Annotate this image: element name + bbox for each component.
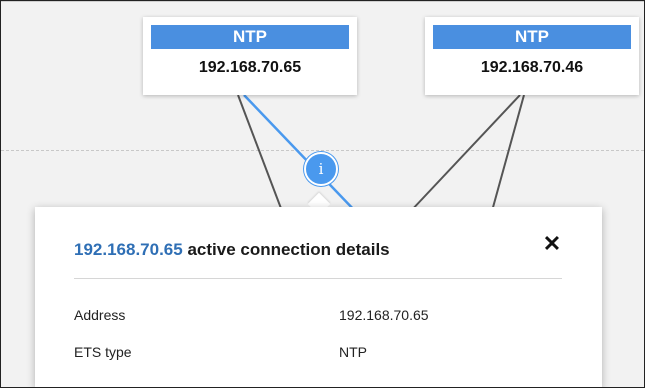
node-type-badge: NTP bbox=[151, 25, 349, 49]
detail-value: 192.168.70.65 bbox=[339, 307, 429, 323]
link-46-right[interactable] bbox=[491, 94, 525, 212]
info-icon[interactable]: i bbox=[304, 152, 338, 186]
popover-title-text: active connection details bbox=[182, 240, 390, 259]
detail-label: Address bbox=[74, 307, 126, 323]
detail-label: ETS type bbox=[74, 344, 132, 360]
ntp-node-left[interactable]: NTP 192.168.70.65 bbox=[143, 17, 357, 95]
popover-title-ip: 192.168.70.65 bbox=[74, 240, 183, 259]
connection-details-popover: 192.168.70.65 active connection details … bbox=[35, 207, 602, 387]
node-ip-label: 192.168.70.46 bbox=[480, 59, 584, 76]
link-46-left[interactable] bbox=[408, 94, 521, 214]
topology-canvas: NTP 192.168.70.65 NTP 192.168.70.46 192.… bbox=[0, 0, 645, 388]
popover-divider bbox=[74, 278, 562, 279]
popover-title: 192.168.70.65 active connection details bbox=[74, 240, 390, 260]
node-ip-label: 192.168.70.65 bbox=[198, 59, 302, 76]
detail-value: NTP bbox=[339, 344, 367, 360]
node-type-badge: NTP bbox=[433, 25, 631, 49]
close-icon[interactable]: ✕ bbox=[541, 233, 563, 255]
ntp-node-right[interactable]: NTP 192.168.70.46 bbox=[425, 17, 639, 95]
